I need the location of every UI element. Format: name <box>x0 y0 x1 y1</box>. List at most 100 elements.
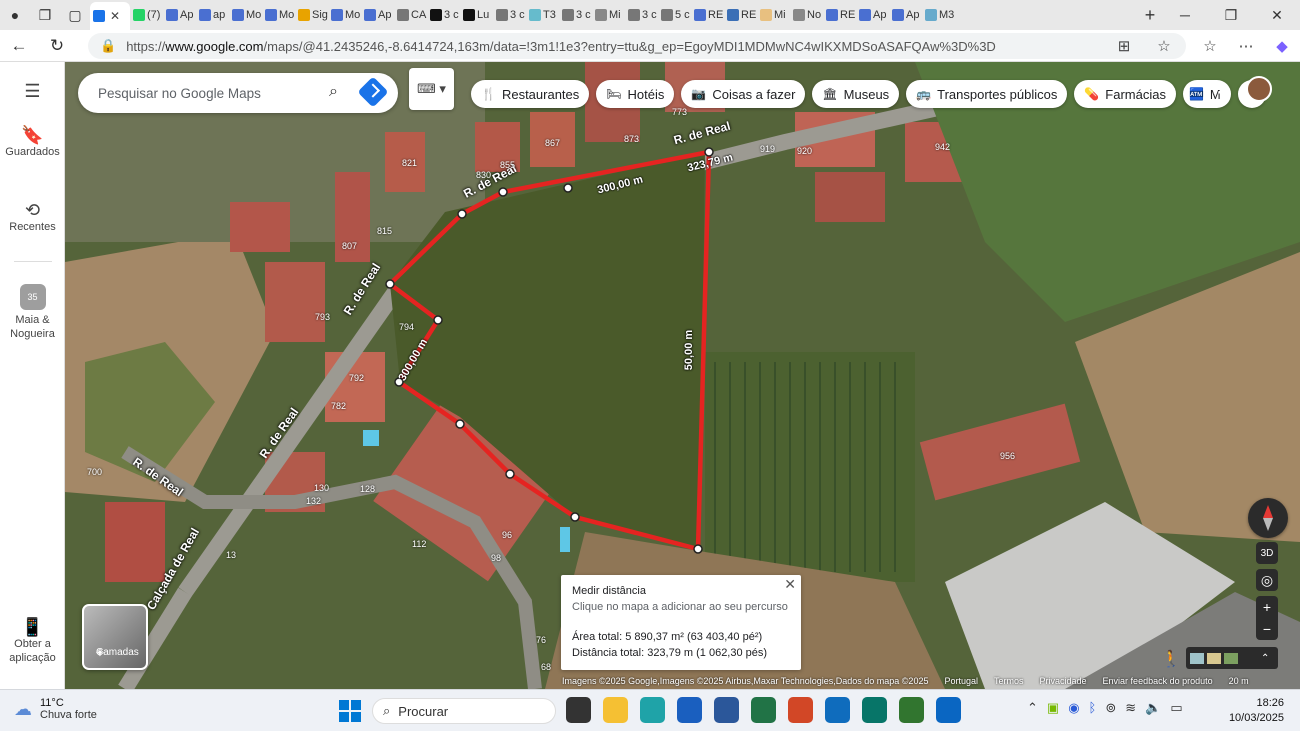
category-chip[interactable]: 🚌 Transportes públicos <box>906 80 1068 108</box>
browser-tab[interactable]: Ap <box>163 3 196 27</box>
browser-tab[interactable]: RE <box>724 3 757 27</box>
browser-tab[interactable]: 3 c <box>559 3 592 27</box>
maximize-button[interactable]: ❐ <box>1208 7 1254 24</box>
clock[interactable]: 18:26 10/03/2025 <box>1226 696 1284 726</box>
profile-icon[interactable]: ● <box>0 0 30 30</box>
more-menu-icon[interactable]: ⋯ <box>1228 37 1264 55</box>
publisher-icon[interactable] <box>862 697 887 723</box>
directions-icon[interactable] <box>357 76 389 108</box>
task-view-icon[interactable] <box>566 697 591 723</box>
country-link[interactable]: Portugal <box>944 676 978 689</box>
outlook-new-icon[interactable] <box>936 697 961 723</box>
browser-tab[interactable]: ✕ <box>90 2 130 30</box>
layers-button[interactable]: ◈ Camadas <box>82 604 148 670</box>
imagery-thumbnails[interactable]: ⌃ <box>1186 647 1278 669</box>
avatar[interactable] <box>1246 76 1272 102</box>
chevron-up-icon[interactable]: ⌃ <box>1027 700 1038 716</box>
bluetooth-icon[interactable]: ᛒ <box>1089 700 1097 716</box>
category-chip[interactable]: 🍴 Restaurantes <box>471 80 590 108</box>
weather-widget[interactable]: ☁ 11°C Chuva forte <box>14 697 97 721</box>
battery-icon[interactable]: ▭ <box>1170 700 1182 716</box>
game-icon[interactable]: ⊚ <box>1105 700 1116 716</box>
site-info-icon[interactable]: 🔒 <box>100 38 116 54</box>
get-app-button[interactable]: 📱 Obter a aplicação <box>0 618 65 665</box>
tab-actions-icon[interactable]: ▢ <box>60 0 90 30</box>
excel-icon[interactable] <box>751 697 776 723</box>
browser-tab[interactable]: Lu <box>460 3 493 27</box>
copilot-icon[interactable]: ◆ <box>1264 37 1300 55</box>
recent-button[interactable]: ⟲ Recentes <box>0 201 65 234</box>
minimize-button[interactable]: ─ <box>1162 7 1208 24</box>
category-chip[interactable]: 🏧 M <box>1182 80 1231 108</box>
search-input[interactable]: Pesquisar no Google Maps <box>98 86 261 101</box>
file-explorer-icon[interactable] <box>603 697 628 723</box>
browser-tab[interactable]: Ap <box>856 3 889 27</box>
favorite-star-icon[interactable]: ☆ <box>1146 37 1182 55</box>
taskbar-search[interactable]: ⌕ Procurar <box>372 698 556 724</box>
browser-tab[interactable]: Ap <box>361 3 394 27</box>
terms-link[interactable]: Termos <box>994 676 1024 689</box>
outlook-icon[interactable] <box>825 697 850 723</box>
back-button[interactable]: ← <box>0 36 38 56</box>
category-chip[interactable]: 💊 Farmácias <box>1074 80 1176 108</box>
volume-icon[interactable]: 🔈 <box>1145 700 1161 716</box>
browser-tab[interactable]: ap <box>196 3 229 27</box>
app-available-icon[interactable]: ⊞ <box>1102 37 1146 55</box>
powerpoint-icon[interactable] <box>788 697 813 723</box>
browser-tab[interactable]: 3 c <box>493 3 526 27</box>
browser-tab[interactable]: Mo <box>328 3 361 27</box>
new-tab-button[interactable]: + <box>1138 5 1162 26</box>
zoom-out-button[interactable]: − <box>1263 618 1271 640</box>
category-chip[interactable]: 📷 Coisas a fazer <box>681 80 806 108</box>
tilt-3d-button[interactable]: 3D <box>1256 542 1278 564</box>
start-button[interactable] <box>339 700 361 722</box>
project-icon[interactable] <box>899 697 924 723</box>
browser-tab[interactable]: M3 <box>922 3 955 27</box>
browser-tab[interactable]: 5 c <box>658 3 691 27</box>
feedback-link[interactable]: Enviar feedback do produto <box>1103 676 1213 689</box>
browser-tab[interactable]: CA <box>394 3 427 27</box>
main-menu-button[interactable]: ☰ <box>0 82 65 101</box>
favorites-icon[interactable]: ☆ <box>1192 37 1228 55</box>
browser-tab[interactable]: Mi <box>757 3 790 27</box>
url-field[interactable]: 🔒 https://www.google.com/maps/@41.243524… <box>88 33 1186 59</box>
category-chip[interactable]: 🏛 Museus <box>812 80 900 108</box>
antivirus-icon[interactable]: ◉ <box>1068 700 1079 716</box>
close-tab-icon[interactable]: ✕ <box>110 9 120 23</box>
expand-icon[interactable]: ⌃ <box>1261 653 1269 664</box>
browser-tab[interactable]: Mo <box>262 3 295 27</box>
maps-search-box[interactable]: Pesquisar no Google Maps ⌕ <box>78 73 398 113</box>
google-apps-icon[interactable]: ⠿ <box>1211 80 1223 100</box>
scale-bar[interactable]: 20 m <box>1229 676 1249 689</box>
compass-button[interactable] <box>1248 498 1288 538</box>
word-icon[interactable] <box>714 697 739 723</box>
wifi-icon[interactable]: ≋ <box>1125 700 1136 716</box>
browser-tab[interactable]: 3 c <box>625 3 658 27</box>
browser-tab[interactable]: Ap <box>889 3 922 27</box>
pegman-icon[interactable]: 🚶 <box>1161 649 1181 669</box>
search-icon[interactable]: ⌕ <box>329 83 338 101</box>
map-canvas[interactable]: R. de Real R. de Real R. de Real R. de R… <box>65 62 1300 689</box>
browser-tab[interactable]: T3 <box>526 3 559 27</box>
browser-tab[interactable]: (7) <box>130 3 163 27</box>
browser-tab[interactable]: 3 c <box>427 3 460 27</box>
zoom-in-button[interactable]: + <box>1263 596 1271 618</box>
edge-icon[interactable] <box>640 697 665 723</box>
category-chip[interactable]: 🛏 Hotéis <box>596 80 675 108</box>
browser-tab[interactable]: Sig <box>295 3 328 27</box>
browser-tab[interactable]: Mi <box>592 3 625 27</box>
close-icon[interactable]: ✕ <box>784 576 796 592</box>
workspaces-icon[interactable]: ❐ <box>30 0 60 30</box>
privacy-link[interactable]: Privacidade <box>1040 676 1087 689</box>
browser-tab[interactable]: No <box>790 3 823 27</box>
recent-place-maia[interactable]: 35 Maia & Nogueira <box>0 284 65 341</box>
nvidia-icon[interactable]: ▣ <box>1047 700 1059 716</box>
browser-tab[interactable]: RE <box>823 3 856 27</box>
my-location-icon[interactable]: ◎ <box>1256 569 1278 591</box>
close-window-button[interactable]: ✕ <box>1254 7 1300 24</box>
browser-tab[interactable]: Mo <box>229 3 262 27</box>
saved-button[interactable]: 🔖 Guardados <box>0 126 65 159</box>
browser-tab[interactable]: RE <box>691 3 724 27</box>
input-tools-button[interactable]: ⌨ ▾ <box>409 68 454 110</box>
refresh-button[interactable]: ↻ <box>38 36 76 56</box>
